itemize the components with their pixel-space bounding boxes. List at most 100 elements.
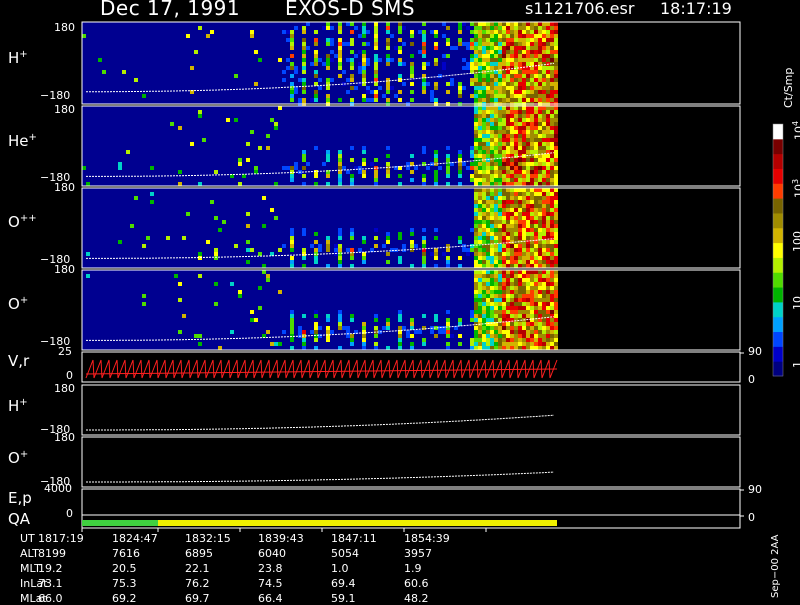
qa-segment [158,520,557,526]
spectrogram-cell [514,122,518,126]
spectrogram-cell [490,260,494,264]
spectrogram-cell [470,342,474,346]
spectrogram-cell [546,208,550,212]
spectrogram-cell [546,256,550,260]
spectrogram-cell [502,278,506,282]
spectrogram-cell [530,232,534,236]
spectrogram-cell [314,260,318,264]
spectrogram-cell [526,158,530,162]
spectrogram-cell [514,78,518,82]
spectrogram-cell [482,66,486,70]
spectrogram-cell [538,158,542,162]
spectrogram-cell [266,274,270,278]
spectrogram-cell [418,30,422,34]
spectrogram-cell [494,314,498,318]
spectrogram-cell [506,236,510,240]
spectrogram-cell [494,82,498,86]
spectrogram-cell [510,114,514,118]
spectrogram-cell [470,62,474,66]
spectrogram-cell [302,150,306,154]
spectrogram-cell [518,232,522,236]
spectrogram-cell [370,162,374,166]
spectrogram-cell [534,110,538,114]
panel-label-oplus2: O+ [8,450,28,466]
spectrogram-cell [554,86,558,90]
spectrogram-cell [350,62,354,66]
spectrogram-cell [302,228,306,232]
spectrogram-cell [478,26,482,30]
spectrogram-cell [546,138,550,142]
spectrogram-cell [538,126,542,130]
spectrogram-cell [358,66,362,70]
spectrogram-cell [374,178,378,182]
spectrogram-cell [538,294,542,298]
spectrogram-cell [498,178,502,182]
spectrogram-cell [550,232,554,236]
spectrogram-cell [510,38,514,42]
spectrogram-cell [490,224,494,228]
spectrogram-cell [326,66,330,70]
spectrogram-cell [546,302,550,306]
spectrogram-cell [526,208,530,212]
spectrogram-cell [290,74,294,78]
spectrogram-cell [554,98,558,102]
spectrogram-cell [502,338,506,342]
spectrogram-cell [338,54,342,58]
spectrogram-cell [490,54,494,58]
spectrogram-cell [478,66,482,70]
spectrogram-cell [282,78,286,82]
spectrogram-cell [482,270,486,274]
spectrogram-cell [550,50,554,54]
spectrogram-cell [334,54,338,58]
spectrogram-cell [338,166,342,170]
spectrogram-cell [490,130,494,134]
spectrogram-cell [538,130,542,134]
spectrogram-cell [502,98,506,102]
spectrogram-cell [522,54,526,58]
spectrogram-cell [486,66,490,70]
y-tick-min: −180 [40,89,71,102]
spectrogram-cell [498,216,502,220]
spectrogram-cell [506,274,510,278]
spectrogram-cell [386,252,390,256]
spectrogram-cell [474,274,478,278]
spectrogram-cell [482,98,486,102]
spectrogram-cell [486,46,490,50]
spectrogram-cell [542,110,546,114]
spectrogram-cell [442,22,446,26]
spectrogram-cell [326,244,330,248]
spectrogram-cell [474,94,478,98]
spectrogram-cell [282,244,286,248]
spectrogram-cell [506,78,510,82]
spectrogram-cell [498,38,502,42]
spectrogram-cell [394,46,398,50]
spectrogram-cell [534,138,538,142]
spectrogram-cell [502,204,506,208]
spectrogram-cell [470,310,474,314]
spectrogram-cell [142,302,146,306]
spectrogram-cell [542,256,546,260]
spectrogram-cell [502,126,506,130]
spectrogram-cell [466,166,470,170]
spectrogram-cell [542,22,546,26]
table-cell: 69.4 [331,577,356,590]
spectrogram-cell [506,126,510,130]
spectrogram-cell [362,342,366,346]
spectrogram-cell [470,54,474,58]
spectrogram-cell [554,338,558,342]
spectrogram-cell [538,220,542,224]
spectrogram-cell [518,188,522,192]
spectrogram-cell [482,54,486,58]
spectrogram-cell [290,260,294,264]
spectrogram-cell [530,130,534,134]
spectrogram-cell [490,244,494,248]
spectrogram-cell [474,38,478,42]
spectrogram-cell [514,330,518,334]
spectrogram-cell [326,248,330,252]
spectrogram-cell [374,70,378,74]
spectrogram-cell [542,212,546,216]
spectrogram-cell [522,240,526,244]
spectrogram-cell [470,30,474,34]
spectrogram-cell [534,178,538,182]
spectrogram-cell [482,94,486,98]
